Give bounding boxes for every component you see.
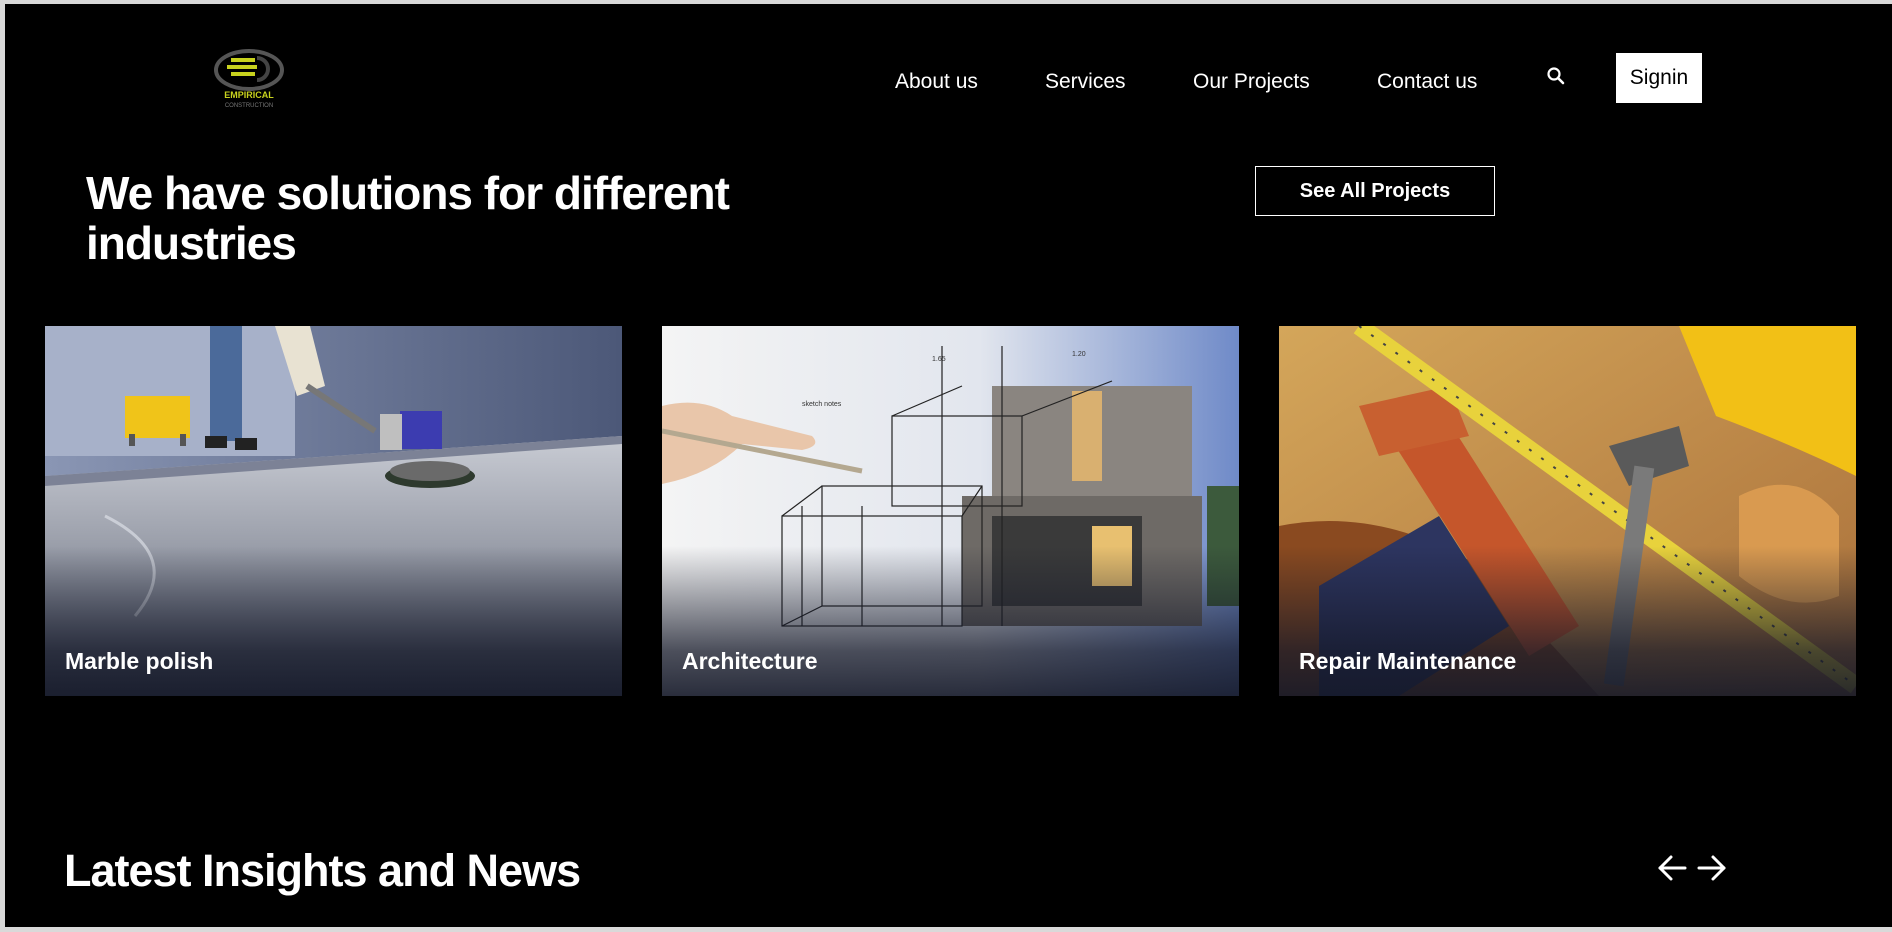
card-label: Architecture [682,648,818,674]
logo-emblem-icon: EMPIRICAL CONSTRUCTION [214,49,284,109]
arrow-left-icon[interactable] [1655,851,1689,885]
card-label: Repair Maintenance [1299,648,1517,674]
nav-our-projects[interactable]: Our Projects [1193,70,1310,94]
section-title: We have solutions for different industri… [86,167,730,269]
signin-button[interactable]: Signin [1616,53,1702,103]
page-frame: EMPIRICAL CONSTRUCTION About us Services… [5,4,1892,927]
nav-about-us[interactable]: About us [895,70,978,94]
card-architecture[interactable]: sketch notes 1.65 1.20 Architecture [662,326,1239,696]
card-repair-maintenance[interactable]: Repair Maintenance [1279,326,1856,696]
svg-text:1.65: 1.65 [932,356,946,363]
see-all-projects-button[interactable]: See All Projects [1255,166,1495,216]
card-marble-polish[interactable]: Marble polish [45,326,622,696]
card-label: Marble polish [65,648,214,674]
logo-text: EMPIRICAL [224,90,274,100]
logo-subtext: CONSTRUCTION [225,103,273,109]
nav-contact-us[interactable]: Contact us [1377,70,1477,94]
search-icon[interactable] [1546,66,1568,88]
arrow-right-icon[interactable] [1695,851,1729,885]
svg-text:1.20: 1.20 [1072,351,1086,358]
nav-services[interactable]: Services [1045,70,1126,94]
news-section-title: Latest Insights and News [64,845,581,896]
svg-text:sketch notes: sketch notes [802,401,842,408]
brand-logo[interactable]: EMPIRICAL CONSTRUCTION [205,46,293,110]
